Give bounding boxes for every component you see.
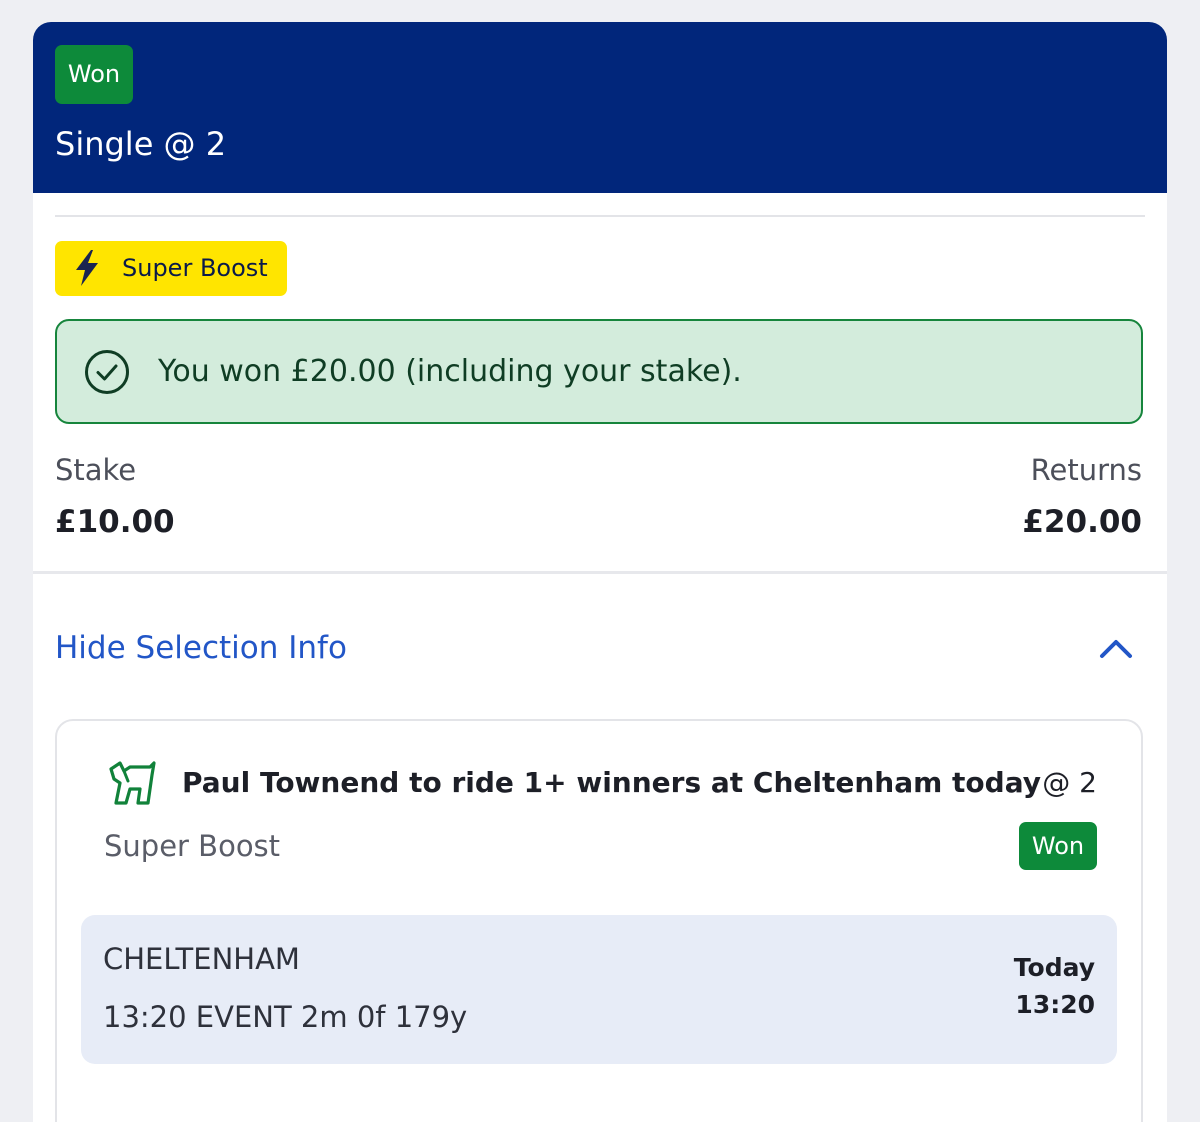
bet-status-badge: Won bbox=[55, 45, 133, 104]
super-boost-label: Super Boost bbox=[122, 254, 268, 282]
event-panel: CHELTENHAM 13:20 EVENT 2m 0f 179y Today … bbox=[81, 915, 1117, 1064]
returns-value: £20.00 bbox=[1022, 504, 1142, 540]
win-message-banner: You won £20.00 (including your stake). bbox=[55, 319, 1143, 424]
event-time: 13:20 bbox=[1015, 990, 1095, 1019]
divider bbox=[55, 215, 1145, 217]
stake-label: Stake bbox=[55, 453, 137, 487]
section-divider bbox=[33, 571, 1167, 574]
returns-label: Returns bbox=[1030, 453, 1142, 487]
bet-card: Won Single @ 2 Super Boost You won £20.0… bbox=[33, 22, 1167, 1122]
win-message: You won £20.00 (including your stake). bbox=[158, 354, 742, 389]
event-day: Today bbox=[1013, 953, 1095, 982]
lightning-bolt-icon bbox=[76, 250, 98, 286]
selection-status-badge: Won bbox=[1019, 822, 1097, 870]
selection-info-toggle[interactable]: Hide Selection Info bbox=[33, 612, 1167, 682]
selection-card: Paul Townend to ride 1+ winners at Chelt… bbox=[55, 719, 1143, 1122]
event-venue: CHELTENHAM bbox=[103, 942, 300, 976]
chevron-up-icon[interactable] bbox=[1096, 630, 1136, 666]
super-boost-tag: Super Boost bbox=[55, 241, 287, 296]
horse-racing-icon bbox=[109, 761, 156, 805]
selection-title: Paul Townend to ride 1+ winners at Chelt… bbox=[182, 766, 1041, 799]
stake-value: £10.00 bbox=[55, 504, 175, 540]
selection-subtitle: Super Boost bbox=[104, 829, 281, 863]
selection-info-toggle-label[interactable]: Hide Selection Info bbox=[55, 626, 347, 670]
check-circle-icon bbox=[85, 350, 129, 394]
bet-title: Single @ 2 bbox=[55, 125, 227, 163]
event-detail: 13:20 EVENT 2m 0f 179y bbox=[103, 1000, 468, 1034]
bet-header: Won Single @ 2 bbox=[33, 22, 1167, 193]
selection-odds: @ 2 bbox=[1042, 766, 1097, 799]
